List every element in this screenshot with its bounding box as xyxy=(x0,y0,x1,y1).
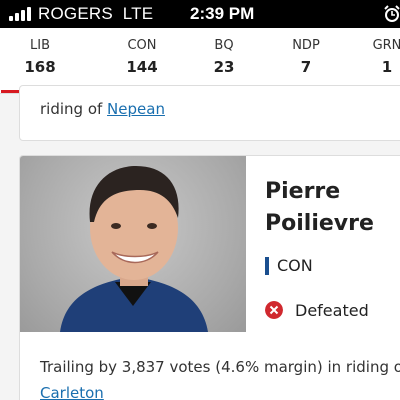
status-bar: ROGERS LTE 2:39 PM xyxy=(0,0,400,28)
previous-candidate-card: riding of Nepean xyxy=(19,85,400,141)
riding-text: riding of Nepean xyxy=(40,100,165,118)
margin-text: Trailing by 3,837 votes (4.6% margin) in… xyxy=(40,358,400,400)
candidate-party: CON xyxy=(265,256,313,276)
carrier-label: ROGERS LTE xyxy=(38,4,154,23)
candidate-name: Pierre Poilievre xyxy=(265,179,374,236)
candidate-card[interactable]: Pierre Poilievre CON Defeated Trailing b… xyxy=(19,155,400,400)
candidate-photo xyxy=(20,156,246,332)
riding-link[interactable]: Nepean xyxy=(107,100,165,118)
clock: 2:39 PM xyxy=(190,4,255,23)
defeated-icon xyxy=(265,301,283,319)
alarm-icon xyxy=(384,5,400,22)
signal-icon xyxy=(9,7,31,21)
riding-link[interactable]: Carleton xyxy=(40,384,104,400)
